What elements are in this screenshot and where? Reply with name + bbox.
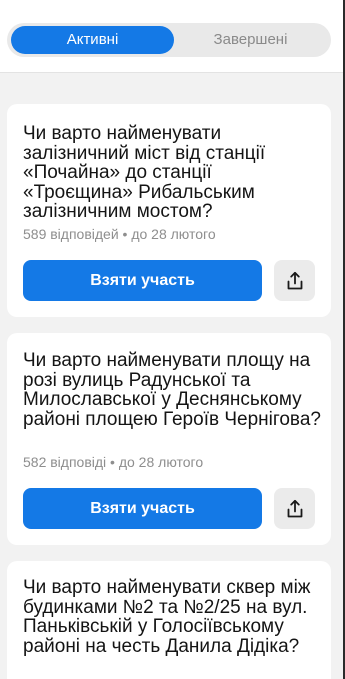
polls-screen: Активні Завершені Чи варто найменувати з… [0,0,345,679]
share-button[interactable] [274,260,315,301]
join-button[interactable]: Взяти участь [23,488,262,529]
top-bar: Активні Завершені [0,0,345,73]
share-icon [287,271,302,289]
poll-title: Чи варто найменувати залізничний міст ві… [23,123,266,222]
share-button[interactable] [274,488,315,529]
status-tabs: Активні Завершені [7,23,331,57]
tab-active[interactable]: Активні [11,26,174,54]
poll-card[interactable]: Чи варто найменувати площу на розі вулиц… [7,333,331,545]
join-button[interactable]: Взяти участь [23,260,262,301]
poll-meta: 589 відповідей • до 28 лютого [23,226,216,242]
poll-card[interactable]: Чи варто найменувати сквер між будинками… [7,561,331,679]
poll-card[interactable]: Чи варто найменувати залізничний міст ві… [7,104,331,317]
poll-meta: 582 відповіді • до 28 лютого [23,454,204,470]
poll-title: Чи варто найменувати площу на розі вулиц… [23,350,321,430]
poll-title: Чи варто найменувати сквер між будинками… [23,577,311,657]
tab-completed[interactable]: Завершені [174,26,327,54]
share-icon [287,499,302,517]
